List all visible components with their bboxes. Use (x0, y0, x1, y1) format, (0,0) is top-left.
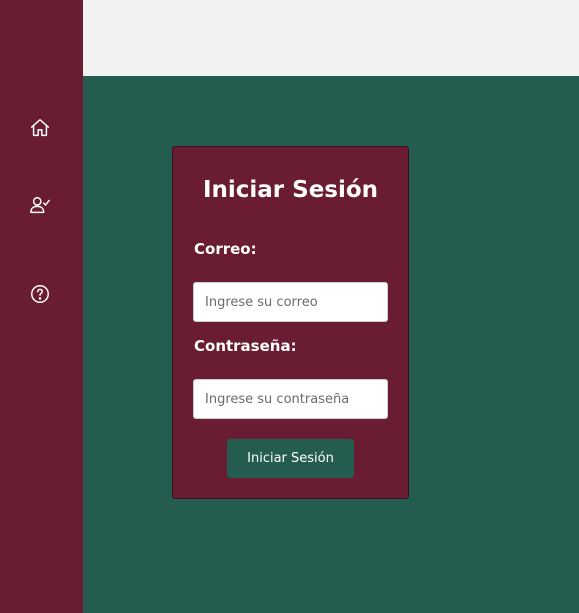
email-field[interactable] (193, 282, 388, 322)
login-card: Iniciar Sesión Correo: Contraseña: Inici… (172, 146, 409, 499)
login-button[interactable]: Iniciar Sesión (227, 439, 354, 478)
help-circle-icon[interactable] (27, 281, 53, 307)
user-check-icon[interactable] (27, 192, 53, 218)
home-icon[interactable] (27, 115, 53, 141)
password-label: Contraseña: (194, 337, 297, 355)
login-title: Iniciar Sesión (202, 177, 379, 203)
top-bar (83, 0, 579, 76)
sidebar (0, 0, 83, 613)
password-field[interactable] (193, 379, 388, 419)
email-label: Correo: (194, 240, 257, 258)
